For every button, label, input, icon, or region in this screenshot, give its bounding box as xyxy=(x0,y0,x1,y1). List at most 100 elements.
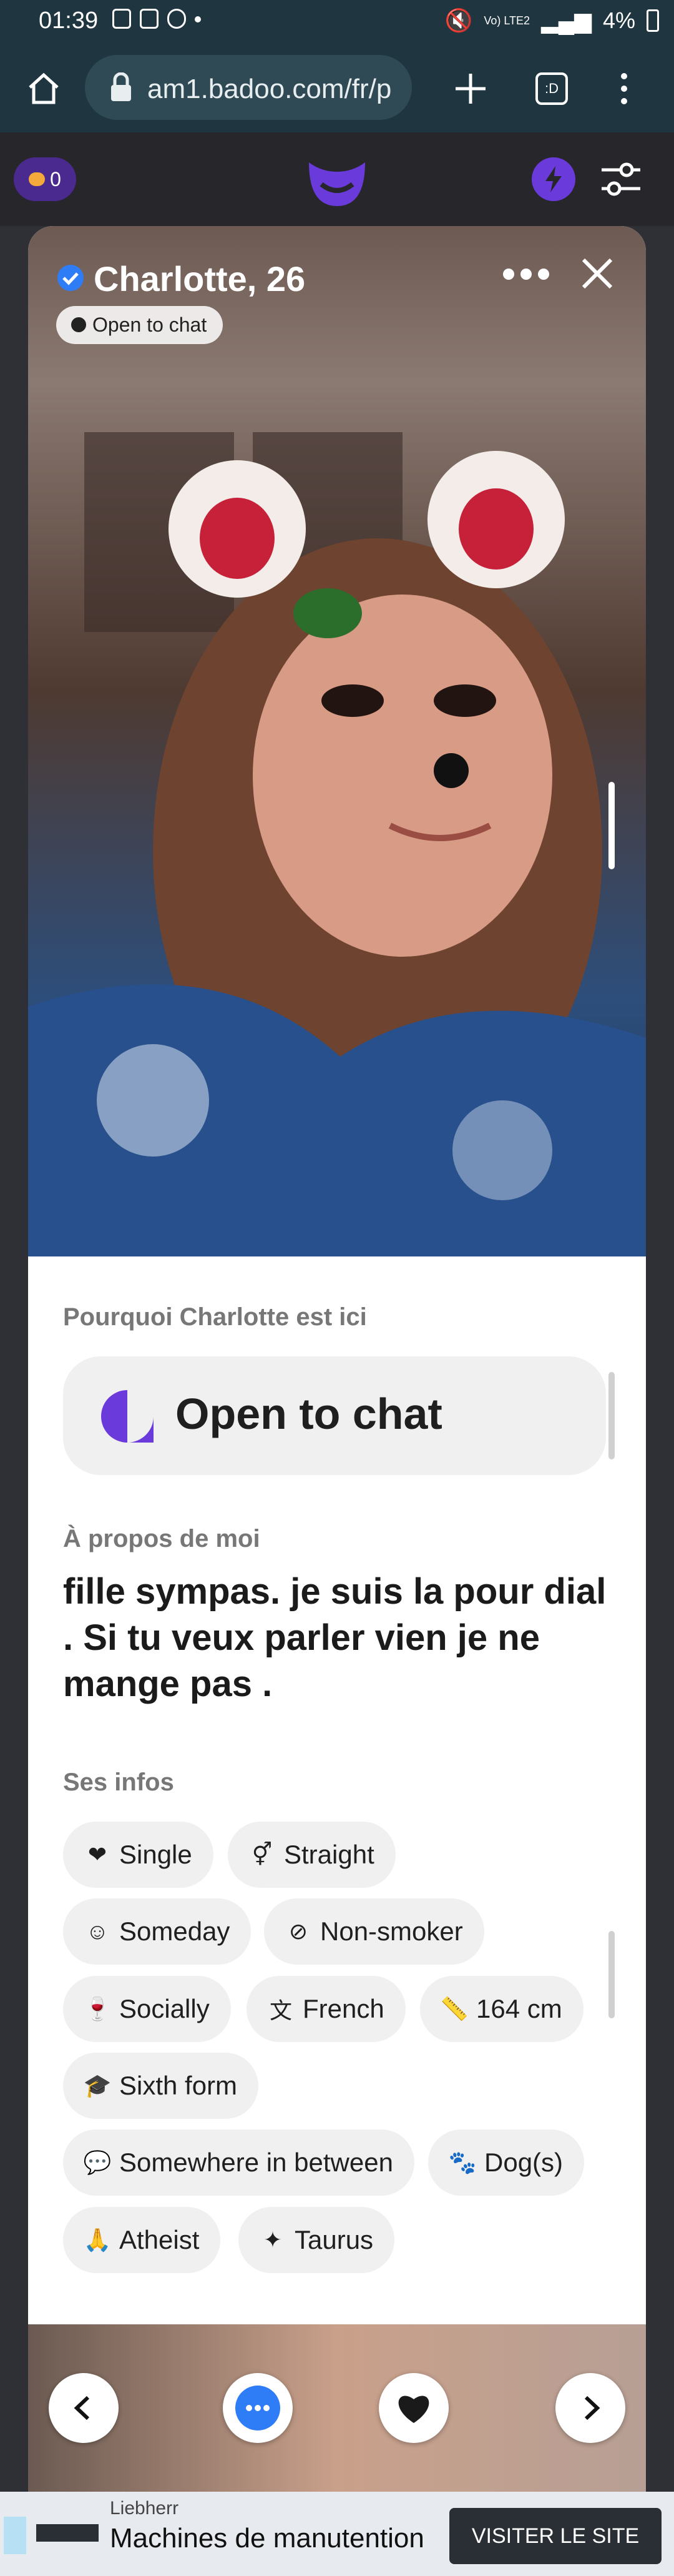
open-to-chat-badge: Open to chat xyxy=(56,306,223,344)
mute-icon: 🔇 xyxy=(444,7,473,33)
speech-bubble-icon: 💬 xyxy=(83,2149,112,2175)
purple-chat-bubble-icon xyxy=(101,1390,154,1443)
no-smoking-icon: ⊘ xyxy=(288,1918,308,1944)
status-notification-icons xyxy=(112,9,201,29)
ruler-icon: 📏 xyxy=(440,1996,469,2021)
messages-count: 0 xyxy=(50,167,61,190)
infos-scrollbar[interactable] xyxy=(608,1931,615,2018)
sync-notification-icon xyxy=(167,9,186,29)
chat-dots-icon xyxy=(235,2386,280,2430)
about-heading: À propos de moi xyxy=(63,1525,260,1552)
why-here-value: Open to chat xyxy=(175,1389,442,1438)
advertiser-logo xyxy=(36,2524,99,2542)
signal-icon: ▂▄▆ xyxy=(541,7,592,33)
tag-drinking: 🍷 Socially xyxy=(63,1976,231,2042)
tag-smoking: ⊘ Non-smoker xyxy=(264,1898,484,1965)
new-tab-icon[interactable] xyxy=(452,70,489,107)
tag-label: Non-smoker xyxy=(320,1917,463,1946)
tag-label: Dog(s) xyxy=(484,2148,564,2177)
boost-button[interactable] xyxy=(532,157,575,201)
status-right: 🔇 Vo) LTE2 ▂▄▆ 4% xyxy=(445,7,659,34)
photo-illustration xyxy=(28,432,646,1256)
lock-icon xyxy=(111,72,131,101)
tag-relationship: ❤ Single xyxy=(63,1822,213,1888)
tag-star-sign: ✦ Taurus xyxy=(238,2207,395,2273)
browser-toolbar: am1.badoo.com/fr/p :D xyxy=(0,45,674,132)
heart-icon xyxy=(398,2396,429,2423)
app-header: 0 xyxy=(0,132,674,226)
about-text: fille sympas. je suis la pour dial . Si … xyxy=(63,1571,607,1704)
why-here-card: Open to chat xyxy=(63,1356,606,1475)
status-bar: 01:39 🔇 Vo) LTE2 ▂▄▆ 4% xyxy=(0,0,674,45)
next-profile-button[interactable] xyxy=(555,2373,625,2443)
tag-label: Straight xyxy=(284,1840,374,1869)
chat-bubble-icon xyxy=(29,172,46,186)
hands-icon: 🙏 xyxy=(83,2227,112,2253)
gender-icon: ⚥ xyxy=(252,1842,273,1867)
profile-photo[interactable]: Charlotte, 26 Open to chat xyxy=(28,226,646,1256)
tag-height: 📏 164 cm xyxy=(420,1976,584,2042)
tab-switcher-button[interactable]: :D xyxy=(535,72,568,105)
chat-button[interactable] xyxy=(223,2373,293,2443)
graduation-cap-icon: 🎓 xyxy=(83,2073,112,2098)
ad-banner[interactable]: Liebherr Machines de manutention VISITER… xyxy=(0,2492,674,2576)
constellation-icon: ✦ xyxy=(263,2227,283,2253)
tag-orientation: ⚥ Straight xyxy=(228,1822,396,1888)
translate-icon: 文 xyxy=(269,1998,292,2023)
profile-card[interactable]: Charlotte, 26 Open to chat Pourquoi Char… xyxy=(28,226,646,2537)
ad-sponsor: Liebherr xyxy=(110,2498,179,2519)
close-icon[interactable] xyxy=(579,255,616,292)
infos-heading: Ses infos xyxy=(63,1769,174,1796)
image-notification-icon xyxy=(112,9,131,29)
tag-label: Socially xyxy=(119,1994,210,2023)
profile-name: Charlotte, 26 xyxy=(94,259,306,299)
network-label: Vo) LTE2 xyxy=(484,14,530,27)
tag-label: Sixth form xyxy=(119,2071,238,2100)
like-button[interactable] xyxy=(379,2373,449,2443)
messages-counter[interactable]: 0 xyxy=(14,157,76,201)
status-time: 01:39 xyxy=(39,7,99,34)
more-options-icon[interactable] xyxy=(502,265,550,284)
ad-choices-icon[interactable] xyxy=(4,2517,26,2554)
photo-scroll-indicator xyxy=(608,782,615,869)
ad-cta-button[interactable]: VISITER LE SITE xyxy=(449,2508,662,2564)
tag-language: 文 French xyxy=(247,1976,406,2042)
tag-kids: ☺ Someday xyxy=(63,1898,252,1965)
tag-pets: 🐾 Dog(s) xyxy=(428,2129,585,2196)
more-menu-icon[interactable] xyxy=(612,70,637,107)
chat-bubble-icon xyxy=(71,317,86,332)
paw-icon: 🐾 xyxy=(448,2149,477,2175)
tag-personality: 💬 Somewhere in between xyxy=(63,2129,414,2196)
wine-glass-icon: 🍷 xyxy=(83,1996,112,2021)
url-text: am1.badoo.com/fr/p xyxy=(147,74,392,104)
chevron-right-icon xyxy=(584,2396,600,2421)
ad-cta-label: VISITER LE SITE xyxy=(471,2524,640,2548)
dot-icon xyxy=(195,16,201,22)
tag-education: 🎓 Sixth form xyxy=(63,2053,259,2119)
battery-icon xyxy=(647,9,659,32)
tag-label: 164 cm xyxy=(476,1994,562,2023)
tag-label: Taurus xyxy=(295,2225,374,2254)
tag-religion: 🙏 Atheist xyxy=(63,2207,221,2273)
tag-label: Someday xyxy=(119,1917,230,1946)
tag-label: Atheist xyxy=(119,2225,200,2254)
verified-icon xyxy=(57,265,84,291)
tag-label: Somewhere in between xyxy=(119,2148,393,2177)
baby-icon: ☺ xyxy=(85,1918,109,1944)
previous-profile-button[interactable] xyxy=(49,2373,119,2443)
battery-level: 4% xyxy=(602,7,635,33)
lightning-icon xyxy=(545,166,562,192)
tag-label: French xyxy=(303,1994,384,2023)
address-bar[interactable]: am1.badoo.com/fr/p xyxy=(85,55,412,120)
ad-title: Machines de manutention xyxy=(110,2523,424,2554)
heart-icon: ❤ xyxy=(87,1842,107,1867)
home-icon[interactable] xyxy=(25,70,62,107)
alert-notification-icon xyxy=(140,9,159,29)
section-scrollbar[interactable] xyxy=(608,1372,615,1459)
badoo-logo-icon[interactable] xyxy=(303,150,371,212)
badge-label: Open to chat xyxy=(92,313,207,336)
chevron-left-icon xyxy=(74,2396,90,2421)
filters-icon[interactable] xyxy=(599,159,643,200)
why-here-heading: Pourquoi Charlotte est ici xyxy=(63,1303,367,1331)
tag-label: Single xyxy=(119,1840,192,1869)
